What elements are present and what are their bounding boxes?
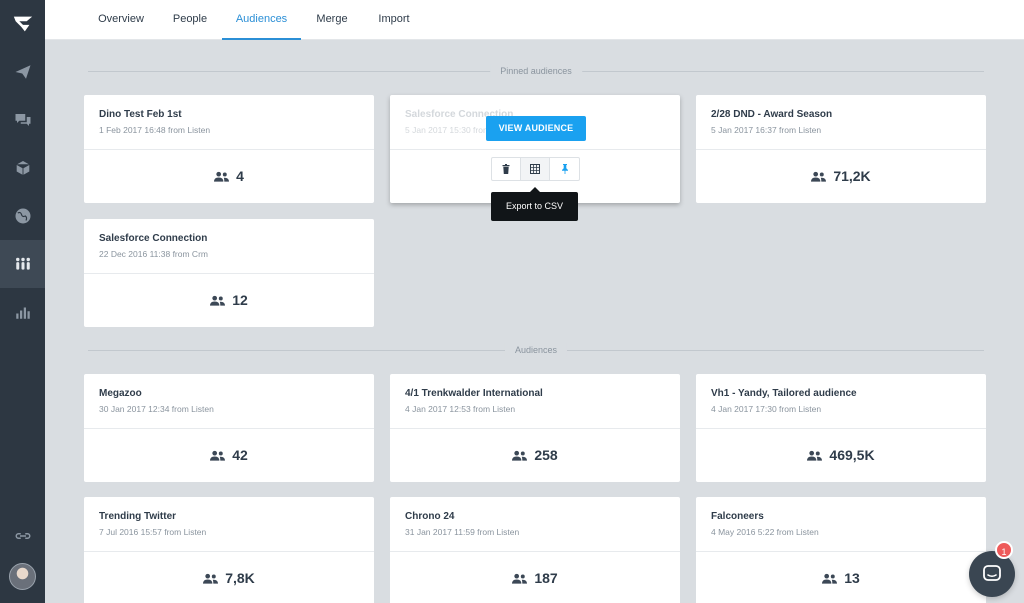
- tooltip-text: Export to CSV: [505, 201, 564, 211]
- bar-chart-icon[interactable]: [0, 288, 45, 336]
- audience-card[interactable]: Chrono 24 31 Jan 2017 11:59 from Listen …: [390, 497, 680, 603]
- tooltip: Export to CSV: [491, 187, 578, 221]
- card-title: Trending Twitter: [99, 511, 177, 522]
- chat-icon[interactable]: [0, 96, 45, 144]
- audience-card[interactable]: 2/28 DND - Award Season 5 Jan 2017 16:37…: [696, 95, 986, 203]
- chat-bubble-icon: [983, 565, 1001, 581]
- card-count: 187: [390, 551, 680, 603]
- view-audience-button[interactable]: VIEW AUDIENCE: [486, 116, 586, 141]
- audiences-section-header: Audiences: [88, 343, 984, 357]
- audience-card[interactable]: Trending Twitter 7 Jul 2016 15:57 from L…: [84, 497, 374, 603]
- card-title: Chrono 24: [405, 511, 455, 522]
- people-icon: [512, 573, 528, 584]
- card-count: 4: [84, 149, 374, 203]
- tab-people[interactable]: People: [166, 0, 214, 40]
- tab-audiences[interactable]: Audiences: [222, 0, 301, 40]
- card-actions: [491, 157, 580, 181]
- tab-import[interactable]: Import: [370, 0, 418, 40]
- pinned-section-label: Pinned audiences: [490, 64, 582, 78]
- delete-button[interactable]: [492, 158, 521, 180]
- people-icon: [811, 171, 827, 182]
- card-count-value: 13: [844, 570, 860, 586]
- card-count-value: 4: [236, 168, 244, 184]
- card-title: Dino Test Feb 1st: [99, 109, 182, 120]
- table-icon: [530, 164, 540, 174]
- card-subtitle: 31 Jan 2017 11:59 from Listen: [405, 527, 520, 537]
- audience-card[interactable]: Dino Test Feb 1st 1 Feb 2017 16:48 from …: [84, 95, 374, 203]
- card-count-value: 42: [232, 447, 248, 463]
- tab-merge[interactable]: Merge: [308, 0, 356, 40]
- card-title: Vh1 - Yandy, Tailored audience: [711, 388, 857, 399]
- card-subtitle: 4 Jan 2017 17:30 from Listen: [711, 404, 822, 414]
- people-icon[interactable]: [0, 240, 45, 288]
- card-subtitle: 4 Jan 2017 12:53 from Listen: [405, 404, 516, 414]
- pinned-section-header: Pinned audiences: [88, 64, 984, 78]
- card-count: 42: [84, 428, 374, 482]
- people-icon: [203, 573, 219, 584]
- export-csv-button[interactable]: [521, 158, 550, 180]
- card-count: 258: [390, 428, 680, 482]
- link-icon[interactable]: [0, 512, 45, 560]
- globe-icon[interactable]: [0, 192, 45, 240]
- notification-badge: 1: [995, 541, 1013, 559]
- card-count: 7,8K: [84, 551, 374, 603]
- card-title: 2/28 DND - Award Season: [711, 109, 833, 120]
- card-subtitle: 30 Jan 2017 12:34 from Listen: [99, 404, 214, 414]
- card-subtitle: 22 Dec 2016 11:38 from Crm: [99, 249, 208, 259]
- pin-icon: [561, 164, 568, 174]
- card-count-value: 258: [534, 447, 558, 463]
- audience-card[interactable]: Megazoo 30 Jan 2017 12:34 from Listen 42: [84, 374, 374, 482]
- card-count: 12: [84, 273, 374, 327]
- trash-icon: [502, 164, 510, 174]
- people-icon: [214, 171, 230, 182]
- audience-card[interactable]: Vh1 - Yandy, Tailored audience 4 Jan 201…: [696, 374, 986, 482]
- card-count-value: 71,2K: [833, 168, 871, 184]
- card-title: Megazoo: [99, 388, 142, 399]
- card-title: Salesforce Connection: [99, 233, 208, 244]
- card-count-value: 12: [232, 292, 248, 308]
- people-icon: [512, 450, 528, 461]
- card-title: Falconeers: [711, 511, 764, 522]
- card-count-value: 469,5K: [829, 447, 875, 463]
- audience-card[interactable]: Falconeers 4 May 2016 5:22 from Listen 1…: [696, 497, 986, 603]
- card-subtitle: 5 Jan 2017 16:37 from Listen: [711, 125, 822, 135]
- pin-button[interactable]: [550, 158, 579, 180]
- card-subtitle: 1 Feb 2017 16:48 from Listen: [99, 125, 211, 135]
- card-count: 469,5K: [696, 428, 986, 482]
- people-icon: [210, 450, 226, 461]
- card-subtitle: 4 May 2016 5:22 from Listen: [711, 527, 819, 537]
- card-count-value: 187: [534, 570, 558, 586]
- send-icon[interactable]: [0, 48, 45, 96]
- tab-overview[interactable]: Overview: [91, 0, 151, 40]
- people-icon: [822, 573, 838, 584]
- box-icon[interactable]: [0, 144, 45, 192]
- people-icon: [210, 295, 226, 306]
- sidebar: [0, 0, 45, 603]
- audiences-section-label: Audiences: [504, 343, 568, 357]
- card-subtitle: 7 Jul 2016 15:57 from Listen: [99, 527, 207, 537]
- people-icon: [807, 450, 823, 461]
- card-title: 4/1 Trenkwalder International: [405, 388, 543, 399]
- card-count: 13: [696, 551, 986, 603]
- card-count-value: 7,8K: [225, 570, 255, 586]
- audience-card[interactable]: 4/1 Trenkwalder International 4 Jan 2017…: [390, 374, 680, 482]
- logo-icon[interactable]: [0, 0, 45, 48]
- audience-card[interactable]: Salesforce Connection 22 Dec 2016 11:38 …: [84, 219, 374, 327]
- top-nav: Overview People Audiences Merge Import: [45, 0, 1024, 40]
- card-count: 71,2K: [696, 149, 986, 203]
- avatar[interactable]: [9, 563, 36, 590]
